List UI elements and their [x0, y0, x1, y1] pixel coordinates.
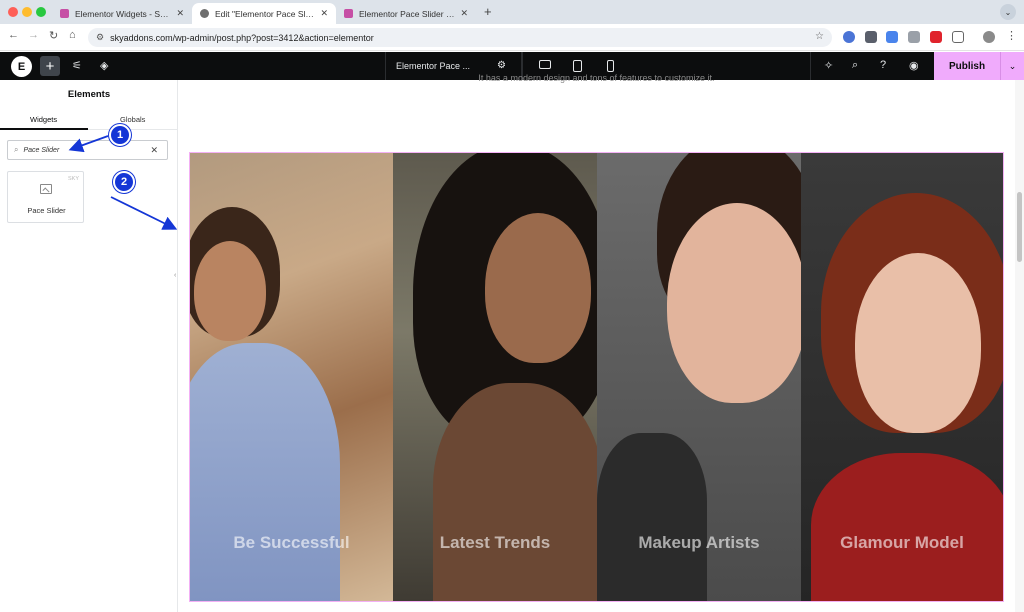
screen: Elementor Widgets - Sky Addons ✕ Edit "E…	[0, 0, 1024, 612]
callout-badge-1: 1	[109, 124, 131, 146]
callout-arrows	[68, 135, 178, 230]
callout-arrow-2	[110, 196, 178, 230]
callout-arrow-1	[68, 135, 109, 153]
callout-badge-2: 2	[113, 171, 135, 193]
